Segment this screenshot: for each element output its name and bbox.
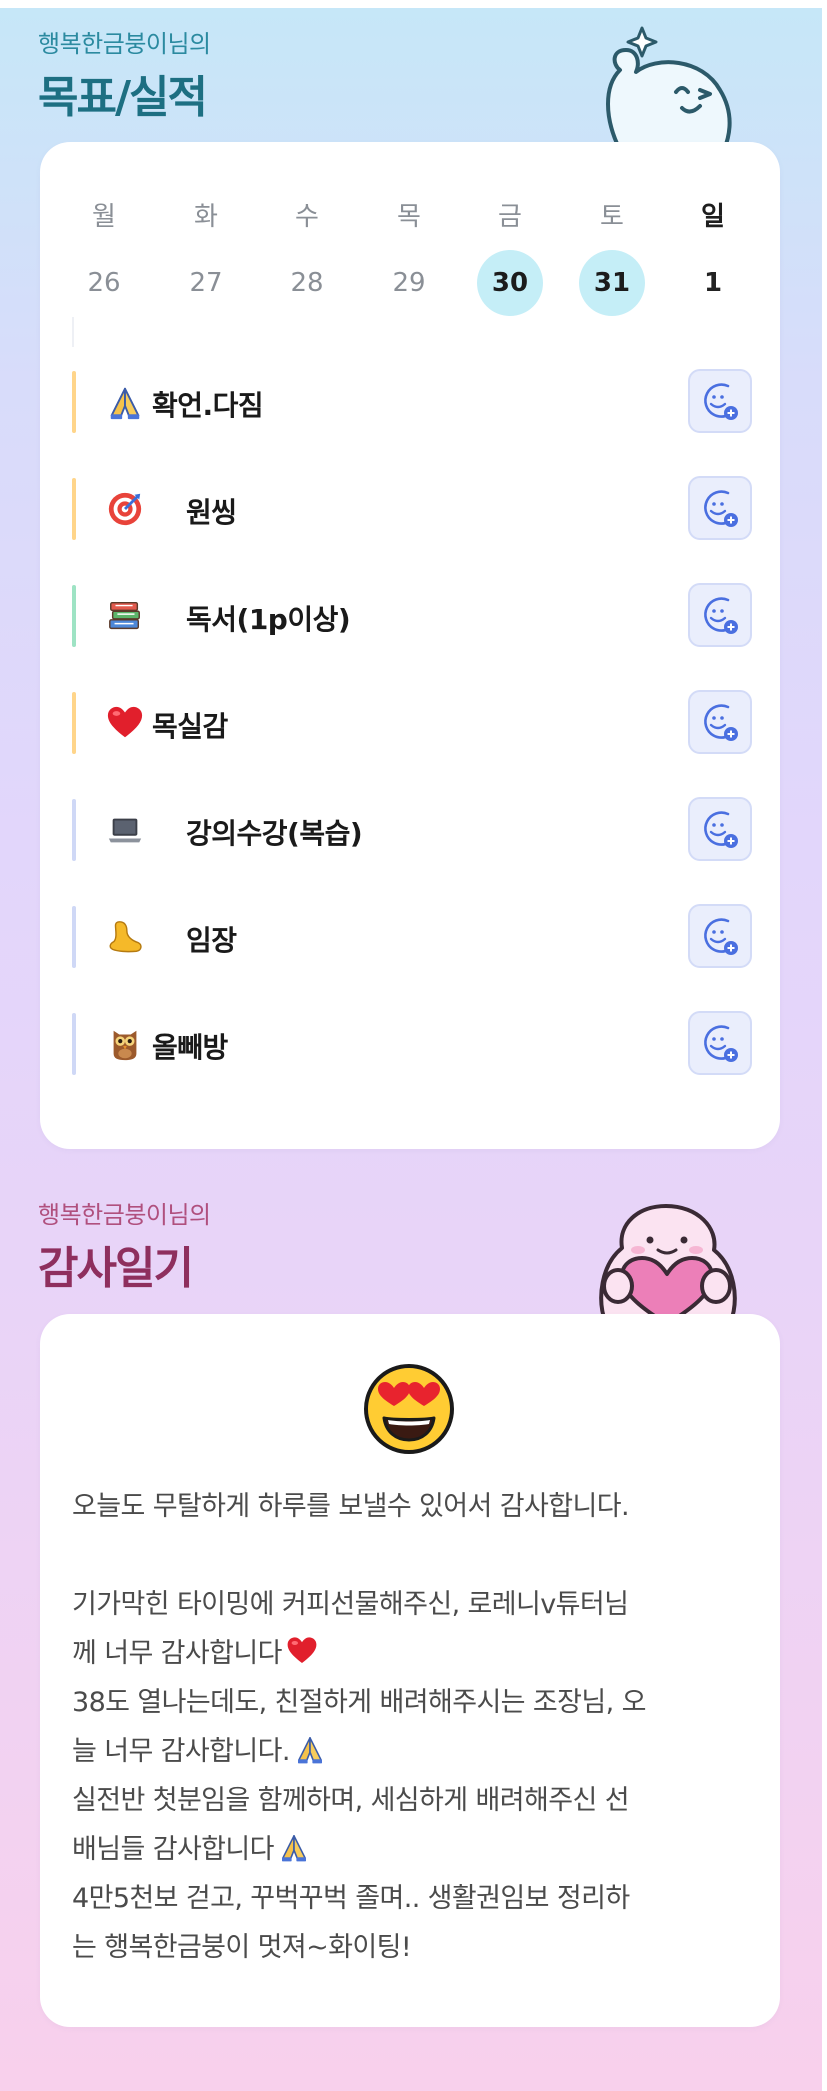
heart-icon (287, 1637, 317, 1663)
habit-react-button[interactable] (688, 476, 752, 540)
habit-color-bar (72, 371, 76, 433)
diary-section-title: 감사일기 (38, 1243, 194, 1294)
page-background: 행복한금붕이님의 목표/실적 월 화 수 목 금 토 일 26 27 28 29… (0, 8, 822, 2091)
habit-label: 강의수강(복습) (186, 817, 363, 850)
diary-line: 는 행복한금붕이 멋져~화이팅! (72, 1932, 412, 1963)
habit-item[interactable]: 강의수강(복습) (72, 797, 752, 863)
owl-icon (113, 1030, 137, 1061)
heart-eyes-face-icon (364, 1364, 454, 1454)
praying-hands-icon (281, 1835, 306, 1862)
divider (72, 317, 74, 347)
diary-line: 기가막힌 타이밍에 커피선물해주신, 로레니v튜터님 (72, 1589, 629, 1620)
diary-line: 늘 너무 감사합니다. (72, 1736, 290, 1767)
diary-line: 배님들 감사합니다 (72, 1834, 275, 1865)
goal-section-title: 목표/실적 (38, 72, 208, 123)
date-cell-highlighted[interactable]: 31 (579, 250, 645, 316)
weekday-row: 월 화 수 목 금 토 일 (40, 194, 780, 234)
habit-label: 목실감 (152, 710, 228, 743)
date-cell[interactable]: 27 (173, 250, 239, 316)
habit-item[interactable]: 목실감 (72, 690, 752, 756)
date-row: 26 27 28 29 30 31 1 (40, 250, 780, 316)
goal-card: 월 화 수 목 금 토 일 26 27 28 29 30 31 1 확언.다짐 … (40, 142, 780, 1149)
diary-line: 38도 열나는데도, 친절하게 배려해주시는 조장님, 오 (72, 1687, 646, 1718)
habit-color-bar (72, 799, 76, 861)
weekday-thu: 목 (397, 201, 421, 232)
diary-line-row: 배님들 감사합니다 (72, 1825, 748, 1874)
habit-color-bar (72, 585, 76, 647)
books-icon (109, 601, 140, 630)
weekday-sun: 일 (701, 201, 725, 232)
goal-section-header: 행복한금붕이님의 목표/실적 (38, 24, 211, 125)
habit-item[interactable]: 확언.다짐 (72, 369, 752, 435)
heart-icon (107, 706, 143, 738)
habit-color-bar (72, 1013, 76, 1075)
diary-line-row: 늘 너무 감사합니다. (72, 1727, 748, 1776)
weekday-mon: 월 (92, 201, 116, 232)
habit-react-button[interactable] (688, 369, 752, 433)
add-reaction-icon (704, 1025, 738, 1062)
add-reaction-icon (704, 383, 738, 420)
add-reaction-icon (704, 490, 738, 527)
target-icon (108, 492, 142, 526)
laptop-icon (108, 818, 142, 843)
heart-mascot-icon (588, 1194, 748, 1324)
habit-label: 올빼방 (152, 1031, 228, 1064)
date-cell[interactable]: 26 (71, 250, 137, 316)
add-reaction-icon (704, 704, 738, 741)
diary-section-header: 행복한금붕이님의 감사일기 (38, 1195, 211, 1296)
habit-item[interactable]: 독서(1p이상) (72, 583, 752, 649)
diary-line-row: 께 너무 감사합니다 (72, 1629, 748, 1678)
habit-item[interactable]: 원씽 (72, 476, 752, 542)
habit-item[interactable]: 임장 (72, 904, 752, 970)
add-reaction-icon (704, 918, 738, 955)
date-cell[interactable]: 28 (274, 250, 340, 316)
weekday-fri: 금 (498, 201, 522, 232)
habit-react-button[interactable] (688, 1011, 752, 1075)
diary-line: 4만5천보 걷고, 꾸벅꾸벅 졸며.. 생활권임보 정리하 (72, 1883, 630, 1914)
habit-color-bar (72, 478, 76, 540)
praying-hands-icon (297, 1737, 322, 1764)
habit-color-bar (72, 906, 76, 968)
add-reaction-icon (704, 597, 738, 634)
habit-color-bar (72, 692, 76, 754)
habit-label: 원씽 (186, 496, 237, 529)
weekday-wed: 수 (295, 201, 319, 232)
weekday-sat: 토 (600, 201, 624, 232)
diary-line: 오늘도 무탈하게 하루를 보낼수 있어서 감사합니다. (72, 1491, 630, 1522)
date-cell[interactable]: 1 (680, 250, 746, 316)
praying-hands-icon (110, 387, 140, 420)
habit-item[interactable]: 올빼방 (72, 1011, 752, 1077)
diary-section-subtitle: 행복한금붕이님의 (38, 1201, 211, 1229)
habit-react-button[interactable] (688, 583, 752, 647)
diary-entry: 오늘도 무탈하게 하루를 보낼수 있어서 감사합니다. 기가막힌 타이밍에 커피… (72, 1482, 748, 1972)
diary-line-blank (72, 1531, 748, 1580)
habit-react-button[interactable] (688, 904, 752, 968)
date-cell[interactable]: 29 (376, 250, 442, 316)
goal-section-subtitle: 행복한금붕이님의 (38, 30, 211, 58)
habit-label: 임장 (186, 924, 237, 957)
add-reaction-icon (704, 811, 738, 848)
diary-card: 오늘도 무탈하게 하루를 보낼수 있어서 감사합니다. 기가막힌 타이밍에 커피… (40, 1314, 780, 2027)
diary-line: 실전반 첫분임을 함께하며, 세심하게 배려해주신 선 (72, 1785, 630, 1816)
date-cell-highlighted[interactable]: 30 (477, 250, 543, 316)
habit-label: 확언.다짐 (152, 389, 264, 422)
habit-react-button[interactable] (688, 797, 752, 861)
sparkle-mascot-icon (590, 20, 740, 150)
foot-icon (109, 921, 142, 953)
diary-line: 께 너무 감사합니다 (72, 1638, 282, 1669)
weekday-tue: 화 (194, 201, 218, 232)
habit-react-button[interactable] (688, 690, 752, 754)
habit-label: 독서(1p이상) (186, 603, 351, 636)
